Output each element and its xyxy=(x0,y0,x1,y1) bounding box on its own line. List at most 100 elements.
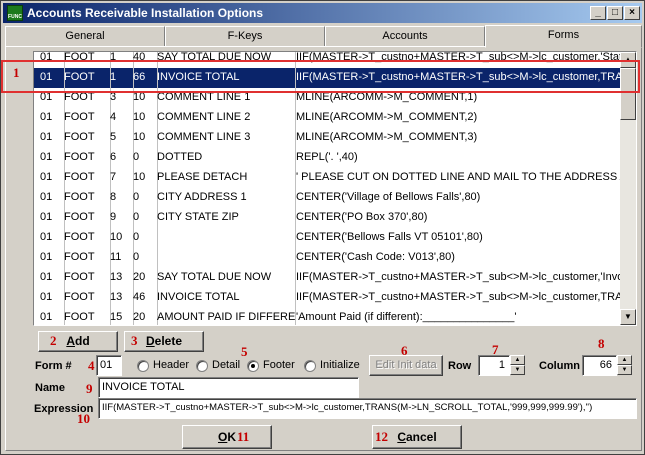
row-cell: 8 xyxy=(110,191,117,203)
expression-cell: CENTER('PO Box 370',80) xyxy=(296,211,428,223)
name-cell: COMMENT LINE 3 xyxy=(157,131,251,143)
name-field[interactable]: INVOICE TOTAL xyxy=(98,377,359,398)
column-cell: 0 xyxy=(133,191,140,203)
minimize-button[interactable]: _ xyxy=(590,6,606,20)
form-number-field[interactable]: 01 xyxy=(96,355,122,376)
row-cell: 13 xyxy=(110,271,123,283)
row-cell: 6 xyxy=(110,151,117,163)
add-label: dd xyxy=(75,334,90,348)
selected-row-highlight-box xyxy=(1,60,640,93)
row-field[interactable]: 1 xyxy=(478,355,510,376)
column-spinner[interactable]: ▲ ▼ xyxy=(617,355,632,375)
table-row[interactable]: 01 FOOT 5 10 COMMENT LINE 3 MLINE(ARCOMM->M_C… xyxy=(34,128,624,148)
tab-forms[interactable]: Forms xyxy=(485,25,642,48)
radio-header-label: Header xyxy=(153,359,190,371)
form-cell: 01 xyxy=(40,271,53,283)
column-cell: 20 xyxy=(133,311,146,323)
delete-label: elete xyxy=(154,334,183,348)
column-spin-up-icon[interactable]: ▲ xyxy=(617,355,632,365)
row-spin-down-icon[interactable]: ▼ xyxy=(510,365,525,375)
column-cell: 46 xyxy=(133,291,146,303)
installation-options-window: FUNC Accounts Receivable Installation Op… xyxy=(0,0,645,455)
annotation-12: 12 xyxy=(375,429,388,444)
column-cell: 10 xyxy=(133,131,146,143)
column-separator xyxy=(157,248,158,268)
ok-button[interactable]: OK xyxy=(182,425,272,449)
name-cell: CITY ADDRESS 1 xyxy=(157,191,247,203)
name-cell: COMMENT LINE 2 xyxy=(157,111,251,123)
radio-detail-dot[interactable] xyxy=(196,360,208,372)
expression-cell: CENTER('Cash Code: V013',80) xyxy=(296,251,455,263)
expression-cell: MLINE(ARCOMM->M_COMMENT,2) xyxy=(296,111,478,123)
table-row[interactable]: 01 FOOT 11 0 CENTER('Cash Code: V013',80) xyxy=(34,248,624,268)
maximize-button[interactable]: □ xyxy=(607,6,623,20)
expression-field[interactable]: IIF(MASTER->T_custno+MASTER->T_sub<>M->l… xyxy=(98,398,637,419)
form-cell: 01 xyxy=(40,231,53,243)
column-spin-down-icon[interactable]: ▼ xyxy=(617,365,632,375)
table-row[interactable]: 01 FOOT 10 0 CENTER('Bellows Falls VT 05101'… xyxy=(34,228,624,248)
table-row[interactable]: 01 FOOT 6 0 DOTTED REPL('. ',40) xyxy=(34,148,624,168)
app-icon: FUNC xyxy=(7,5,23,21)
section-cell: FOOT xyxy=(64,251,95,263)
form-cell: 01 xyxy=(40,311,53,323)
radio-footer-label: Footer xyxy=(263,359,295,371)
column-separator xyxy=(157,228,158,248)
expression-cell: 'Amount Paid (if different):____________… xyxy=(296,311,517,323)
expression-cell: CENTER('Village of Bellows Falls',80) xyxy=(296,191,481,203)
app-icon-text: FUNC xyxy=(8,14,22,20)
row-cell: 9 xyxy=(110,211,117,223)
scroll-down-icon[interactable]: ▼ xyxy=(620,309,636,325)
radio-header-dot[interactable] xyxy=(137,360,149,372)
annotation-8: 8 xyxy=(598,336,605,351)
name-cell: PLEASE DETACH xyxy=(157,171,248,183)
table-row[interactable]: 01 FOOT 4 10 COMMENT LINE 2 MLINE(ARCOMM->M_C… xyxy=(34,108,624,128)
tab-f-keys[interactable]: F-Keys xyxy=(165,26,325,47)
name-cell: CITY STATE ZIP xyxy=(157,211,239,223)
tab-accounts[interactable]: Accounts xyxy=(325,26,485,47)
annotation-4: 4 xyxy=(88,358,95,373)
row-spin-up-icon[interactable]: ▲ xyxy=(510,355,525,365)
table-row[interactable]: 01 FOOT 8 0 CITY ADDRESS 1 CENTER('Village of… xyxy=(34,188,624,208)
row-cell: 10 xyxy=(110,231,123,243)
form-cell: 01 xyxy=(40,111,53,123)
row-cell: 13 xyxy=(110,291,123,303)
radio-footer-dot[interactable] xyxy=(247,360,259,372)
annotation-2: 2 xyxy=(50,333,57,348)
form-cell: 01 xyxy=(40,211,53,223)
table-row[interactable]: 01 FOOT 13 46 INVOICE TOTAL IIF(MASTER->T_cus… xyxy=(34,288,624,308)
radio-initialize-dot[interactable] xyxy=(304,360,316,372)
row-spinner[interactable]: ▲ ▼ xyxy=(510,355,525,375)
table-row[interactable]: 01 FOOT 13 20 SAY TOTAL DUE NOW IIF(MASTER->T… xyxy=(34,268,624,288)
ok-label: K xyxy=(227,430,236,444)
column-field[interactable]: 66 xyxy=(582,355,617,376)
section-cell: FOOT xyxy=(64,291,95,303)
tab-general[interactable]: General xyxy=(5,26,165,47)
section-cell: FOOT xyxy=(64,171,95,183)
section-cell: FOOT xyxy=(64,131,95,143)
table-row[interactable]: 01 FOOT 7 10 PLEASE DETACH ' PLEASE CUT ON DO… xyxy=(34,168,624,188)
column-cell: 20 xyxy=(133,271,146,283)
cancel-label: ancel xyxy=(405,430,437,444)
expression-cell: ' PLEASE CUT ON DOTTED LINE AND MAIL TO … xyxy=(296,171,624,183)
column-cell: 0 xyxy=(133,211,140,223)
section-cell: FOOT xyxy=(64,151,95,163)
form-cell: 01 xyxy=(40,191,53,203)
section-cell: FOOT xyxy=(64,111,95,123)
annotation-9: 9 xyxy=(86,381,93,396)
annotation-7: 7 xyxy=(492,342,499,357)
add-hotkey: A xyxy=(66,334,75,348)
column-cell: 10 xyxy=(133,171,146,183)
column-cell: 0 xyxy=(133,151,140,163)
table-row[interactable]: 01 FOOT 9 0 CITY STATE ZIP CENTER('PO Box 370… xyxy=(34,208,624,228)
name-cell: AMOUNT PAID IF DIFFERENT xyxy=(157,311,295,323)
expression-cell: CENTER('Bellows Falls VT 05101',80) xyxy=(296,231,483,243)
title-bar[interactable]: FUNC Accounts Receivable Installation Op… xyxy=(3,3,642,23)
expression-cell: MLINE(ARCOMM->M_COMMENT,3) xyxy=(296,131,478,143)
form-number-label: Form # xyxy=(35,360,72,372)
name-cell: DOTTED xyxy=(157,151,203,163)
annotation-3: 3 xyxy=(131,333,138,348)
row-cell: 7 xyxy=(110,171,117,183)
table-row[interactable]: 01 FOOT 15 20 AMOUNT PAID IF DIFFERENT 'Amoun… xyxy=(34,308,624,325)
close-button[interactable]: × xyxy=(624,6,640,20)
cancel-hotkey: C xyxy=(397,430,406,444)
